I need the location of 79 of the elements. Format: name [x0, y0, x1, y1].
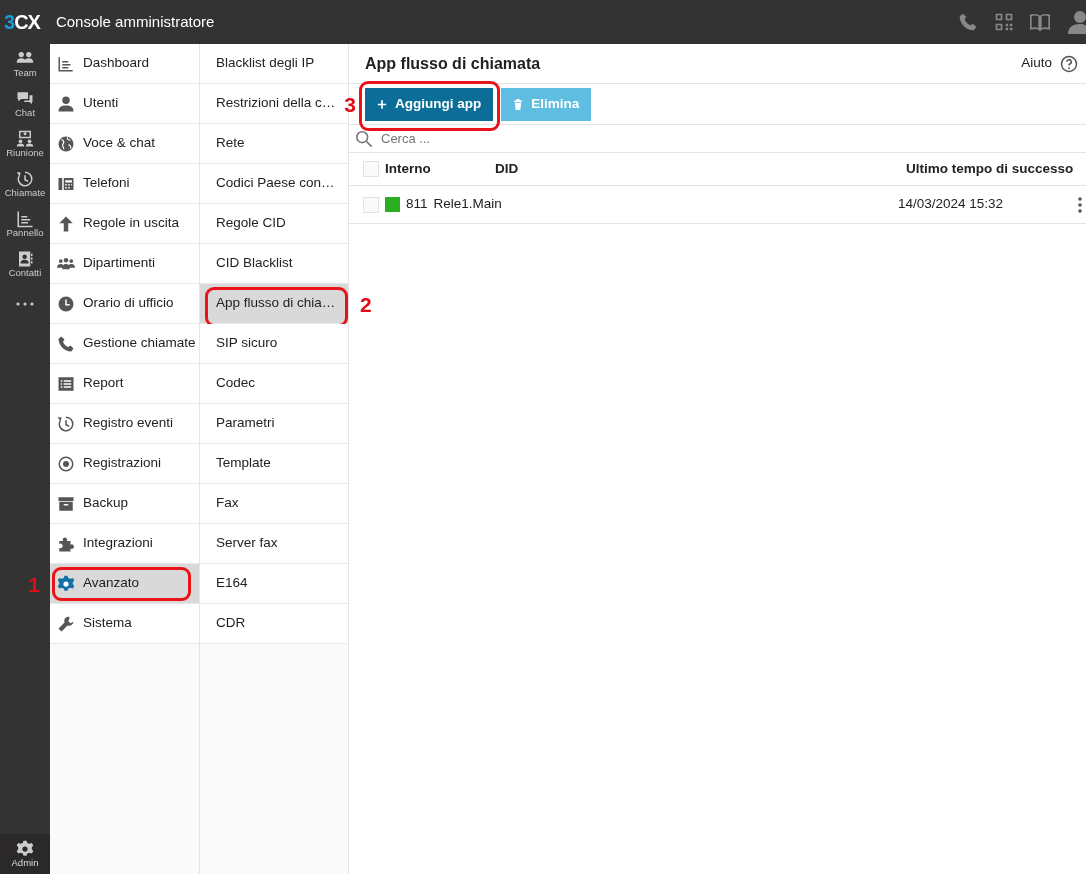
nav-item[interactable]: Dipartimenti: [50, 244, 199, 284]
annotation-number: 1: [28, 573, 40, 595]
rail-item[interactable]: Pannello: [0, 204, 50, 244]
subnav-item[interactable]: Blacklist degli IP: [200, 44, 348, 84]
search-field[interactable]: Cerca ...: [381, 128, 581, 149]
subnav-item[interactable]: Rete: [200, 124, 348, 164]
subnav-item[interactable]: CDR: [200, 604, 348, 644]
more-icon[interactable]: [16, 301, 34, 307]
nav-item[interactable]: Voce & chat: [50, 124, 199, 164]
history-icon: [57, 414, 75, 433]
kebab-menu-icon[interactable]: [1078, 196, 1082, 213]
annotation-number: 2: [360, 293, 372, 315]
add-button[interactable]: Aggiungi app: [365, 87, 494, 121]
nav-item[interactable]: Dashboard: [50, 44, 199, 84]
plus-icon: [377, 98, 387, 110]
qr-code-icon: [994, 12, 1014, 32]
nav-item[interactable]: Registro eventi: [50, 404, 199, 444]
wrench-icon: [57, 614, 75, 633]
rail-icon: [16, 249, 34, 268]
phone-icon: [958, 12, 978, 32]
column-header: Interno: [385, 159, 432, 178]
app-name: Rele1.Main: [433, 195, 502, 214]
rail-icon: [16, 169, 34, 188]
rail-item[interactable]: Contatti: [0, 244, 50, 284]
subnav-item[interactable]: Template: [200, 444, 348, 484]
subnav-item[interactable]: E164: [200, 564, 348, 604]
rail-icon: [16, 129, 34, 148]
subnav-item[interactable]: Fax: [200, 484, 348, 524]
extension-number: 811: [406, 195, 428, 214]
help-link[interactable]: Aiuto: [1021, 53, 1078, 74]
puzzle-icon: [57, 534, 75, 553]
select-all-checkbox[interactable]: [363, 161, 379, 177]
subnav-item[interactable]: SIP sicuro: [200, 324, 348, 364]
help-icon: [1060, 54, 1078, 73]
rail-item[interactable]: Chiamate: [0, 164, 50, 204]
nav-item[interactable]: Telefoni: [50, 164, 199, 204]
subnav-item[interactable]: Codec: [200, 364, 348, 404]
gear-icon: [57, 574, 75, 593]
nav-item[interactable]: Sistema: [50, 604, 199, 644]
globe-icon: [57, 134, 75, 153]
clock-icon: [57, 294, 75, 313]
rail-item[interactable]: Team: [0, 44, 50, 84]
book-icon: [1030, 12, 1050, 32]
subnav-item[interactable]: CID Blacklist: [200, 244, 348, 284]
search-icon: [355, 129, 373, 148]
column-header: DID: [495, 159, 520, 178]
nav-item[interactable]: Regole in uscita: [50, 204, 199, 244]
user-icon[interactable]: [1066, 10, 1086, 34]
phone-icon: [57, 334, 75, 353]
subnav-item[interactable]: Regole CID: [200, 204, 348, 244]
rail-icon: [16, 209, 34, 228]
trash-icon: [513, 98, 524, 110]
nav-item[interactable]: Backup: [50, 484, 199, 524]
rail-item[interactable]: Chat: [0, 84, 50, 124]
logo: 3CX: [4, 10, 40, 35]
list-icon: [57, 374, 75, 393]
subnav-item[interactable]: Server fax: [200, 524, 348, 564]
nav-item[interactable]: Registrazioni: [50, 444, 199, 484]
record-icon: [57, 454, 75, 473]
subnav-item[interactable]: App flusso di chia…: [200, 284, 348, 324]
nav-item[interactable]: Gestione chiamate: [50, 324, 199, 364]
timestamp-cell-text: 14/03/2024 15:32: [898, 195, 1005, 214]
settings-icon: [16, 839, 34, 858]
column-header: Ultimo tempo di successo: [906, 159, 1075, 178]
admin-button[interactable]: Admin: [0, 834, 50, 874]
app-title: Console amministratore: [55, 11, 215, 32]
nav-item[interactable]: Orario di ufficio: [50, 284, 199, 324]
nav-item[interactable]: Report: [50, 364, 199, 404]
page-title: App flusso di chiamata: [365, 53, 541, 74]
archive-icon: [57, 494, 75, 513]
row-checkbox[interactable]: [363, 196, 379, 213]
chart-icon: [57, 54, 75, 73]
nav-item[interactable]: Integrazioni: [50, 524, 199, 564]
subnav-item[interactable]: Parametri: [200, 404, 348, 444]
nav-item[interactable]: Utenti: [50, 84, 199, 124]
rail-item[interactable]: Riunione: [0, 124, 50, 164]
user-icon: [57, 94, 75, 113]
arrow-up-icon: [57, 214, 75, 233]
subnav-item[interactable]: Codici Paese con…: [200, 164, 348, 204]
